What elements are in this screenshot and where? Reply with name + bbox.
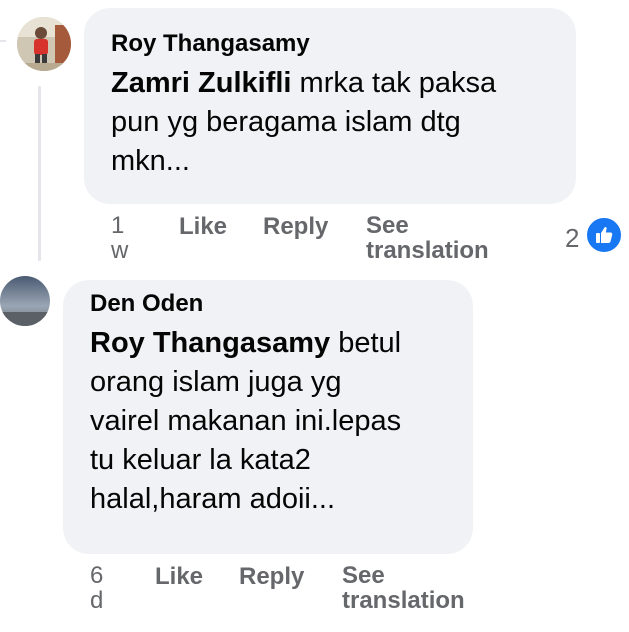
avatar-photo-icon bbox=[0, 276, 50, 326]
thumbs-up-icon bbox=[596, 227, 613, 243]
avatar-den-oden[interactable] bbox=[0, 276, 50, 326]
see-translation-link[interactable]: See translation bbox=[366, 213, 489, 263]
comment-timestamp[interactable]: 6 d bbox=[90, 563, 112, 613]
mention-link[interactable]: Roy Thangasamy bbox=[90, 327, 330, 359]
avatar-photo-icon bbox=[17, 17, 71, 71]
comment-text: Zamri Zulkifli mrka tak paksa pun yg ber… bbox=[111, 67, 497, 177]
comment-text: Roy Thangasamy betul orang islam juga yg… bbox=[90, 327, 402, 515]
comment-author[interactable]: Roy Thangasamy bbox=[111, 30, 310, 58]
comment-author[interactable]: Den Oden bbox=[90, 290, 203, 318]
mention-link[interactable]: Zamri Zulkifli bbox=[111, 67, 291, 99]
see-translation-link[interactable]: See translation bbox=[342, 563, 465, 613]
comment-timestamp[interactable]: 1 w bbox=[111, 213, 133, 263]
like-button[interactable]: Like bbox=[179, 213, 227, 241]
like-reaction-icon[interactable] bbox=[585, 216, 623, 254]
like-button[interactable]: Like bbox=[155, 563, 203, 591]
thread-line bbox=[38, 86, 41, 261]
reply-button[interactable]: Reply bbox=[263, 213, 328, 241]
avatar-roy-thangasamy[interactable] bbox=[17, 17, 71, 71]
reaction-count[interactable]: 2 bbox=[565, 223, 579, 254]
thread-connector bbox=[0, 40, 6, 42]
reply-button[interactable]: Reply bbox=[239, 563, 304, 591]
